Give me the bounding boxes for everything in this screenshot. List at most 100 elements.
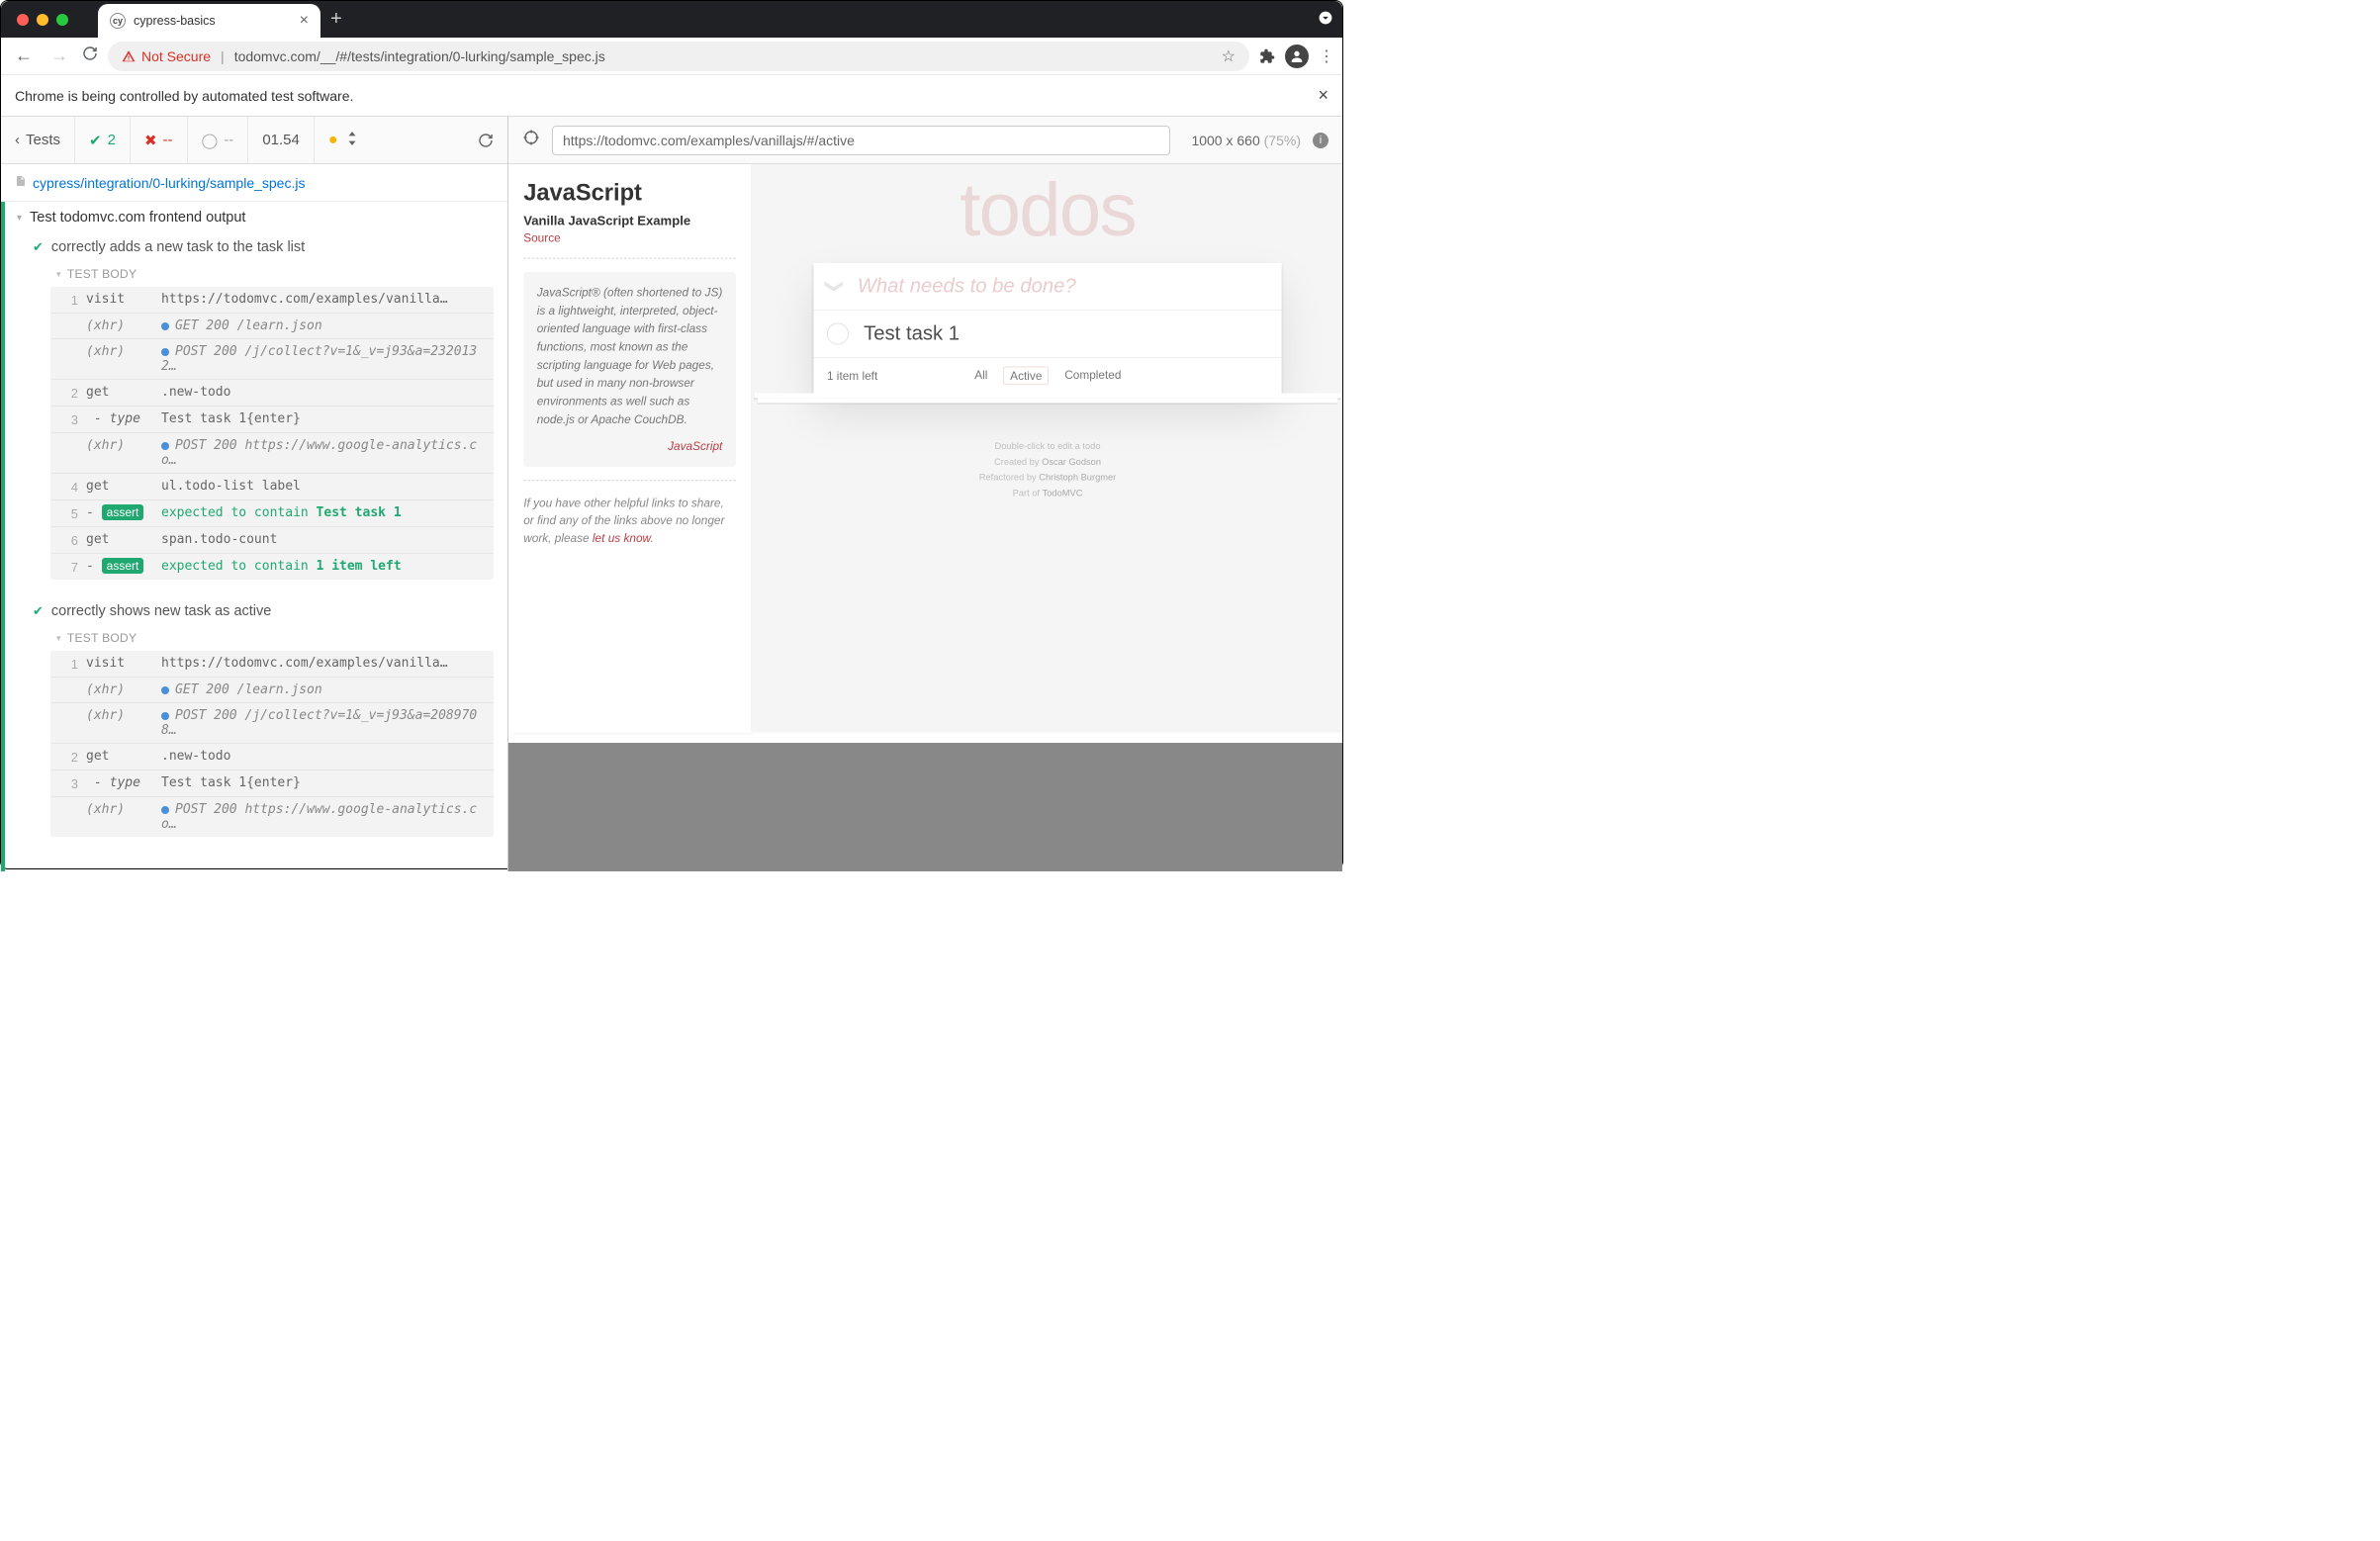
helper-text: If you have other helpful links to share… — [523, 495, 736, 547]
command-name: visit — [78, 656, 153, 671]
filter-all[interactable]: All — [968, 366, 993, 385]
close-window-button[interactable] — [17, 14, 29, 26]
chrome-menu-button[interactable]: ⋮ — [1319, 46, 1332, 66]
new-todo-input[interactable]: What needs to be done? — [858, 275, 1076, 299]
command-message: POST 200 https://www.google-analytics.co… — [153, 802, 484, 832]
suite-row[interactable]: ▾ Test todomvc.com frontend output — [5, 202, 507, 233]
tab-close-button[interactable]: × — [300, 13, 309, 29]
command-row[interactable]: (xhr)POST 200 https://www.google-analyti… — [50, 797, 494, 837]
expand-icon[interactable] — [346, 132, 358, 149]
command-number: 1 — [60, 292, 78, 308]
command-message: POST 200 /j/collect?v=1&_v=j93&a=2089708… — [153, 708, 484, 738]
maximize-window-button[interactable] — [56, 14, 68, 26]
aut-header: https://todomvc.com/examples/vanillajs/#… — [508, 117, 1342, 164]
spec-file-bar[interactable]: cypress/integration/0-lurking/sample_spe… — [1, 164, 507, 202]
command-message: expected to contain Test task 1 — [153, 505, 484, 520]
command-message: expected to contain 1 item left — [153, 559, 484, 574]
command-row[interactable]: 6getspan.todo-count — [50, 527, 494, 554]
command-row[interactable]: 2get.new-todo — [50, 380, 494, 407]
back-button[interactable]: ← — [11, 42, 37, 70]
profile-avatar-icon[interactable] — [1285, 45, 1309, 68]
todo-toggle[interactable] — [827, 323, 849, 345]
command-row[interactable]: 3- typeTest task 1{enter} — [50, 770, 494, 797]
test-body-label[interactable]: ▾ TEST BODY — [5, 625, 507, 651]
command-number: 2 — [60, 385, 78, 401]
source-link[interactable]: Source — [523, 231, 736, 245]
quote-attribution[interactable]: JavaScript — [537, 437, 723, 455]
command-row[interactable]: (xhr)POST 200 /j/collect?v=1&_v=j93&a=20… — [50, 703, 494, 744]
command-row[interactable]: 1visithttps://todomvc.com/examples/vanil… — [50, 287, 494, 314]
bookmark-star-icon[interactable]: ☆ — [1222, 46, 1236, 66]
forward-button[interactable]: → — [46, 42, 72, 70]
credit-link[interactable]: Oscar Godson — [1042, 457, 1101, 467]
command-row[interactable]: 7- assertexpected to contain 1 item left — [50, 554, 494, 580]
extensions-icon[interactable] — [1259, 48, 1275, 64]
minimize-window-button[interactable] — [37, 14, 48, 26]
command-row[interactable]: 2get.new-todo — [50, 744, 494, 770]
circle-icon: ◯ — [202, 132, 219, 149]
dims-pct: (75%) — [1264, 133, 1301, 148]
url-text: todomvc.com/__/#/tests/integration/0-lur… — [234, 48, 605, 64]
command-row[interactable]: (xhr)GET 200 /learn.json — [50, 314, 494, 339]
command-number: 7 — [60, 559, 78, 575]
command-number — [60, 682, 78, 683]
tab-favicon: cy — [110, 13, 126, 29]
tests-back-button[interactable]: ‹ Tests — [1, 117, 75, 163]
command-number: 6 — [60, 532, 78, 548]
command-name: (xhr) — [78, 682, 153, 697]
not-secure-badge[interactable]: Not Secure — [122, 48, 211, 64]
status-dot-icon: ● — [328, 132, 338, 149]
info-icon[interactable]: i — [1313, 133, 1328, 148]
caret-down-icon: ▾ — [56, 269, 61, 280]
todo-app: todos ❯ What needs to be done? Test task… — [751, 164, 1342, 733]
command-name: visit — [78, 292, 153, 307]
filter-completed[interactable]: Completed — [1058, 366, 1127, 385]
toggle-all-icon[interactable]: ❯ — [824, 279, 846, 295]
restart-button[interactable] — [464, 117, 507, 163]
automation-info-bar: Chrome is being controlled by automated … — [1, 75, 1342, 117]
command-row[interactable]: (xhr)GET 200 /learn.json — [50, 678, 494, 703]
browser-tab[interactable]: cy cypress-basics × — [98, 4, 320, 38]
command-row[interactable]: 5- assertexpected to contain Test task 1 — [50, 500, 494, 527]
aut-url[interactable]: https://todomvc.com/examples/vanillajs/#… — [552, 126, 1170, 155]
test-tree: ▾ Test todomvc.com frontend output ✔ cor… — [1, 202, 507, 871]
test-body-label[interactable]: ▾ TEST BODY — [5, 261, 507, 287]
credit-link[interactable]: TodoMVC — [1043, 489, 1083, 499]
command-number: 1 — [60, 656, 78, 672]
omnibox[interactable]: Not Secure | todomvc.com/__/#/tests/inte… — [108, 42, 1249, 71]
command-log: 1visithttps://todomvc.com/examples/vanil… — [50, 651, 494, 837]
command-row[interactable]: (xhr)POST 200 /j/collect?v=1&_v=j93&a=23… — [50, 339, 494, 380]
chrome-dropdown-icon[interactable] — [1319, 11, 1332, 28]
credit-text: Created by — [994, 457, 1042, 467]
command-message: https://todomvc.com/examples/vanilla… — [153, 656, 484, 671]
command-row[interactable]: 4getul.todo-list label — [50, 474, 494, 500]
info-bar-close-button[interactable]: × — [1318, 85, 1328, 106]
selector-playground-button[interactable] — [522, 129, 540, 151]
duration: 01.54 — [248, 117, 315, 163]
command-message: ul.todo-list label — [153, 479, 484, 494]
credit-link[interactable]: Christoph Burgmer — [1039, 473, 1116, 483]
command-number: 3 — [60, 411, 78, 427]
command-name: (xhr) — [78, 802, 153, 817]
credit-line-1: Double-click to edit a todo — [751, 439, 1342, 455]
todo-label[interactable]: Test task 1 — [864, 322, 960, 346]
let-us-know-link[interactable]: let us know — [593, 531, 651, 545]
aut-overflow-area — [508, 743, 1342, 871]
viewport-dims[interactable]: 1000 x 660 (75%) — [1191, 133, 1301, 148]
test-row[interactable]: ✔ correctly adds a new task to the task … — [5, 233, 507, 261]
command-message: POST 200 /j/collect?v=1&_v=j93&a=2320132… — [153, 344, 484, 374]
header-spacer: ● — [315, 117, 464, 163]
command-row[interactable]: (xhr)POST 200 https://www.google-analyti… — [50, 433, 494, 474]
reload-button[interactable] — [82, 45, 98, 66]
stat-failed: ✖ -- — [131, 117, 188, 163]
warning-icon — [122, 49, 136, 63]
filter-active[interactable]: Active — [1003, 366, 1049, 385]
command-name: - type — [78, 411, 153, 426]
divider — [523, 481, 736, 482]
command-message: https://todomvc.com/examples/vanilla… — [153, 292, 484, 307]
new-tab-button[interactable]: + — [330, 8, 342, 31]
test-row[interactable]: ✔ correctly shows new task as active — [5, 597, 507, 625]
caret-down-icon: ▾ — [17, 213, 22, 224]
command-row[interactable]: 1visithttps://todomvc.com/examples/vanil… — [50, 651, 494, 678]
command-row[interactable]: 3- typeTest task 1{enter} — [50, 407, 494, 433]
